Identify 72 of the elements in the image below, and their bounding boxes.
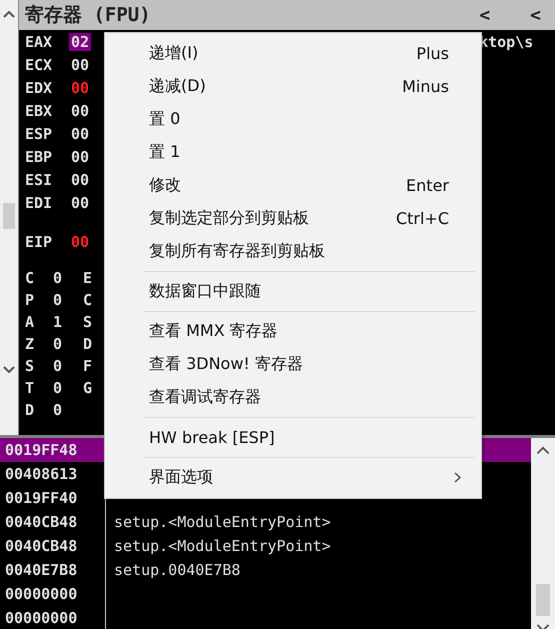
stack-comment: setup.0040E7B8	[114, 561, 240, 579]
flag-value[interactable]: 0	[53, 291, 83, 309]
stack-row[interactable]: 0040CB48 setup.<ModuleEntryPoint>	[0, 534, 531, 558]
scroll-up-icon[interactable]	[536, 446, 550, 454]
flag-value[interactable]: 0	[53, 357, 83, 375]
menu-item[interactable]: 置 1	[109, 136, 477, 169]
menu-item[interactable]: HW break [ESP]	[109, 421, 477, 454]
register-name: ECX	[25, 56, 54, 74]
flag-value[interactable]: 0	[53, 379, 83, 397]
register-value[interactable]: 02	[69, 32, 92, 50]
panel-title: 寄存器 (FPU)	[25, 3, 151, 28]
stack-address: 00000000	[0, 606, 106, 629]
flag-label: S	[83, 313, 92, 331]
flag-name: A	[25, 313, 36, 331]
menu-item[interactable]: 递增(I) Plus	[109, 37, 477, 70]
flag-name: Z	[25, 335, 36, 353]
flag-value[interactable]: 0	[53, 269, 83, 287]
menu-item[interactable]: 修改 Enter	[109, 169, 477, 202]
flag-value[interactable]: 1	[53, 313, 83, 331]
register-name: EDX	[25, 78, 54, 96]
stack-address: 0040E7B8	[0, 558, 106, 582]
stack-comment: setup.<ModuleEntryPoint>	[114, 537, 331, 555]
menu-item[interactable]: 复制所有寄存器到剪贴板	[109, 235, 477, 268]
menu-item[interactable]: 复制选定部分到剪贴板 Ctrl+C	[109, 202, 477, 235]
register-value[interactable]: 00	[69, 232, 92, 250]
collapse-button[interactable]: <	[530, 4, 541, 26]
flag-value[interactable]: 0	[53, 401, 83, 419]
flag-label: E	[83, 269, 92, 287]
scroll-thumb[interactable]	[3, 203, 15, 229]
flag-name: D	[25, 401, 36, 419]
flag-label: D	[83, 335, 92, 353]
register-name: ESP	[25, 124, 54, 142]
menu-item[interactable]: 查看调试寄存器	[109, 381, 477, 414]
register-value[interactable]: 00	[69, 124, 92, 142]
flag-label: C	[83, 291, 92, 309]
stack-address: 0040CB48	[0, 510, 106, 534]
stack-row[interactable]: 00000000	[0, 582, 531, 606]
menu-item[interactable]: 查看 3DNow! 寄存器	[109, 348, 477, 381]
flag-name: T	[25, 379, 36, 397]
scroll-thumb[interactable]	[536, 584, 550, 616]
flag-label: G	[83, 379, 92, 397]
collapse-button[interactable]: <	[479, 4, 490, 26]
flag-value[interactable]: 0	[53, 335, 83, 353]
menu-item[interactable]: 置 0	[109, 103, 477, 136]
register-name: EBX	[25, 102, 54, 120]
register-name: EAX	[25, 32, 54, 50]
menu-item[interactable]: 界面选项	[149, 467, 213, 488]
scroll-down-icon[interactable]	[3, 366, 15, 374]
menu-item[interactable]: 查看 MMX 寄存器	[109, 315, 477, 348]
register-name: EDI	[25, 194, 54, 212]
flag-name: S	[25, 357, 36, 375]
flag-label: F	[83, 357, 92, 375]
register-name: EIP	[25, 232, 54, 250]
stack-row[interactable]: 0040CB48 setup.<ModuleEntryPoint>	[0, 510, 531, 534]
register-value[interactable]: 00	[69, 148, 92, 166]
stack-row[interactable]: 0040E7B8 setup.0040E7B8	[0, 558, 531, 582]
register-value[interactable]: 00	[69, 194, 92, 212]
stack-row[interactable]: 00000000	[0, 606, 531, 629]
stack-address: 00000000	[0, 582, 106, 606]
flag-name: C	[25, 269, 36, 287]
register-name: ESI	[25, 170, 54, 188]
register-name: EBP	[25, 148, 54, 166]
register-value[interactable]: 00	[69, 102, 92, 120]
scroll-up-icon[interactable]	[3, 10, 15, 18]
register-value[interactable]: 00	[69, 56, 92, 74]
stack-comment: setup.<ModuleEntryPoint>	[114, 513, 331, 531]
menu-item[interactable]: 递减(D) Minus	[109, 70, 477, 103]
flag-name: P	[25, 291, 36, 309]
stack-address: 0040CB48	[0, 534, 106, 558]
register-value[interactable]: 00	[69, 78, 92, 96]
register-value[interactable]: 00	[69, 170, 92, 188]
menu-item[interactable]: 数据窗口中跟随	[109, 275, 477, 308]
